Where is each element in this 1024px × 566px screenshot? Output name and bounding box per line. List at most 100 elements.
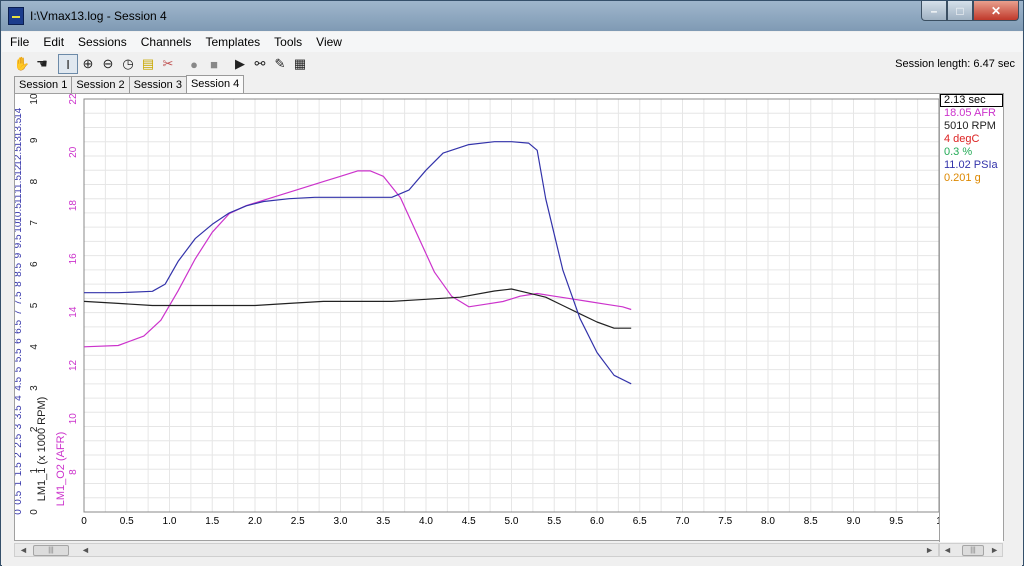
y-axis-tick-label: 4.5	[15, 376, 24, 390]
y-axis-tick-label: 10	[29, 94, 40, 105]
disconnect-icon[interactable]: ✂	[158, 54, 178, 74]
x-tick-label: 9.5	[889, 516, 903, 527]
y-axis-tick-label: 7	[29, 220, 40, 226]
y-axis-tick-label: 22	[68, 94, 79, 105]
zoom-out-icon[interactable]: ⊖	[98, 54, 118, 74]
menu-tools[interactable]: Tools	[266, 35, 308, 49]
y-axis-tick-label: 5.5	[15, 348, 24, 362]
tab-session-1[interactable]: Session 1	[14, 76, 73, 93]
readout-panel: 2.13 sec 18.05 AFR 5010 RPM 4 degC 0.3 % 11.…	[939, 94, 1003, 542]
x-tick-label: 0.5	[120, 516, 134, 527]
y-axis-tick-label: 8	[15, 281, 24, 287]
y-axis-tick-label: 8	[68, 469, 79, 475]
chart-horizontal-scrollbar[interactable]: ◄ ||| ◄ ►	[14, 543, 939, 557]
x-tick-label: 3.5	[376, 516, 390, 527]
y-axis-tick-label: 0	[15, 509, 24, 515]
readout-value: 5010 RPM	[944, 120, 996, 132]
y-axis-tick-label: 6	[29, 261, 40, 267]
maximize-button[interactable]: □	[947, 1, 973, 21]
menu-edit[interactable]: Edit	[35, 35, 70, 49]
x-tick-label: 9.0	[847, 516, 861, 527]
x-tick-label: 8.0	[761, 516, 775, 527]
y-axis-tick-label: 1.5	[15, 462, 24, 476]
scroll-thumb[interactable]: |||	[33, 545, 69, 556]
y-axis-tick-label: 4	[15, 395, 24, 401]
title-bar[interactable]: I:\Vmax13.log - Session 4 – □ ✕	[1, 1, 1023, 31]
scroll-left-icon[interactable]: ◄	[943, 544, 952, 556]
y-axis-tick-label: 12	[68, 359, 79, 371]
tab-session-2[interactable]: Session 2	[71, 76, 130, 93]
menu-channels[interactable]: Channels	[133, 35, 198, 49]
table-icon[interactable]: ▦	[290, 54, 310, 74]
menu-bar: File Edit Sessions Channels Templates Tools Vi…	[2, 32, 1022, 52]
zoom-in-icon[interactable]: ⊕	[78, 54, 98, 74]
chart-icon[interactable]: ✎	[270, 54, 290, 74]
y-axis-tick-label: 7.5	[15, 291, 24, 305]
y-axis-tick-label: 3	[15, 423, 24, 429]
app-window: I:\Vmax13.log - Session 4 – □ ✕ File Edit…	[0, 0, 1024, 566]
y-axis-tick-label: 9	[29, 137, 40, 143]
x-tick-label: 3.0	[334, 516, 348, 527]
hand-grab-icon[interactable]: ☚	[32, 54, 52, 74]
scroll-left-icon[interactable]: ◄	[19, 544, 28, 556]
tab-session-4[interactable]: Session 4	[185, 75, 245, 93]
clock-icon[interactable]: ◷	[118, 54, 138, 74]
readout-value: 18.05 AFR	[944, 107, 996, 119]
record-icon[interactable]: ●	[184, 54, 204, 74]
stop-icon[interactable]: ■	[204, 54, 224, 74]
y-axis-tick-label: 5	[29, 302, 40, 308]
x-tick-label: 7.5	[718, 516, 732, 527]
y-axis-tick-label: 12.5	[15, 146, 24, 166]
x-tick-label: 7.0	[676, 516, 690, 527]
text-cursor-icon[interactable]: I	[58, 54, 78, 74]
chart-svg[interactable]: 0 0.5 1.0 1.5 2.0 2.5 3.0 3.5 4.0 4.5 5.0 5.5 6.0 6.5…	[13, 93, 1003, 540]
x-tick-label: 1.0	[163, 516, 177, 527]
y-axis-tick-label: 9.5	[15, 234, 24, 248]
menu-view[interactable]: View	[308, 35, 348, 49]
y-axis-tick-label: 7	[15, 309, 24, 315]
y-axis-tick-label: 3	[29, 385, 40, 391]
readout-horizontal-scrollbar[interactable]: ◄ ||| ►	[939, 543, 1003, 557]
x-tick-label: 4.0	[419, 516, 433, 527]
y-axis-tick-label: 14	[15, 107, 24, 119]
y-axis-tick-label: 8.5	[15, 263, 24, 277]
y-axis-tick-label: 4	[29, 344, 40, 350]
x-tick-label: 4.5	[462, 516, 476, 527]
y-axis-tick-label: 2.5	[15, 433, 24, 447]
y-axis-tick-label: 10.5	[15, 203, 24, 223]
scroll-right-icon[interactable]: ►	[925, 544, 934, 556]
scroll-right-icon[interactable]: ►	[990, 544, 999, 556]
y-axis-tick-label: 10	[68, 413, 79, 425]
scroll-left-icon[interactable]: ◄	[81, 544, 90, 556]
readout-value: 4 degC	[944, 133, 980, 145]
minimize-button[interactable]: –	[921, 1, 947, 21]
status-strip	[2, 558, 1022, 566]
play-icon[interactable]: ▶	[230, 54, 250, 74]
y-axis-tick-label: 20	[68, 146, 79, 158]
y-axis-tick-label: 6.5	[15, 319, 24, 333]
tab-session-3[interactable]: Session 3	[128, 76, 187, 93]
y-axis-tick-label: 3.5	[15, 405, 24, 419]
caption-buttons: – □ ✕	[921, 1, 1019, 21]
x-tick-label: 1.5	[205, 516, 219, 527]
close-button[interactable]: ✕	[973, 1, 1019, 21]
readout-value: 0.201 g	[944, 172, 981, 184]
x-tick-label: 6.5	[633, 516, 647, 527]
menu-file[interactable]: File	[2, 35, 35, 49]
y-axis-tick-label: 0.5	[15, 490, 24, 504]
y-axis-tick-label: 14	[68, 306, 79, 318]
binoculars-icon[interactable]: ⚯	[250, 54, 270, 74]
scroll-thumb[interactable]: |||	[962, 545, 984, 556]
menu-sessions[interactable]: Sessions	[70, 35, 133, 49]
menu-templates[interactable]: Templates	[197, 35, 266, 49]
y-axis-tick-label: 0	[29, 509, 40, 515]
y-axis-title-afr: LM1_O2 (AFR)	[55, 432, 67, 507]
y-axis-tick-label: 11.5	[15, 175, 24, 194]
series-line-3	[84, 141, 632, 385]
x-tick-label: 0	[81, 516, 87, 527]
chart-panel: 0 0.5 1.0 1.5 2.0 2.5 3.0 3.5 4.0 4.5 5.0 5.5 6.0 6.5…	[13, 93, 1004, 541]
note-icon[interactable]: ▤	[138, 54, 158, 74]
y-axis-tick-label: 5	[15, 366, 24, 372]
app-logo-icon	[8, 7, 24, 25]
hand-pan-icon[interactable]: ✋	[12, 54, 32, 74]
